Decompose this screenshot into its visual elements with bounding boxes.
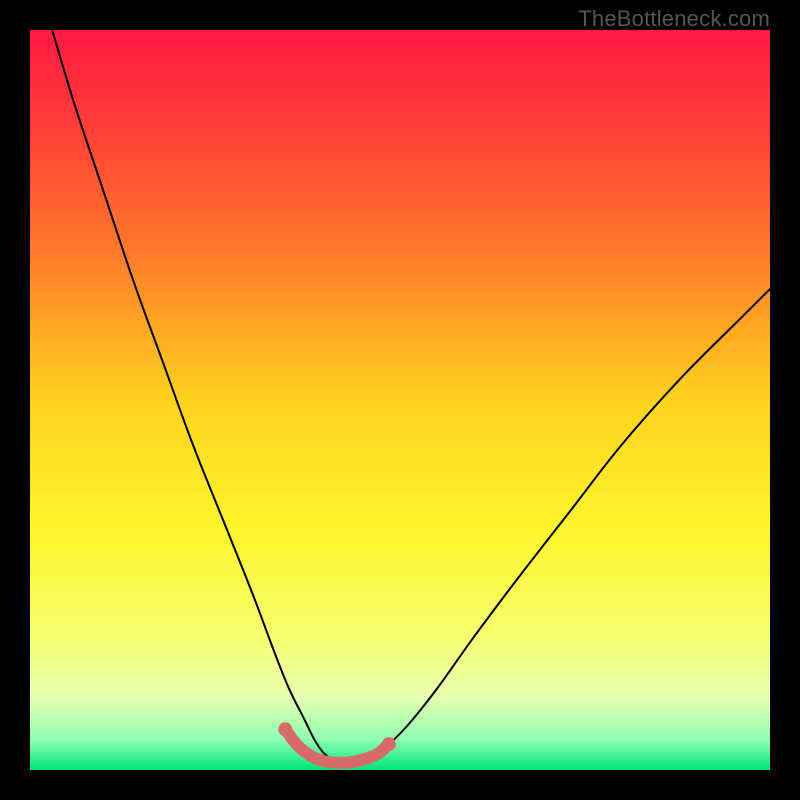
chart-container: TheBottleneck.com xyxy=(0,0,800,800)
chart-svg xyxy=(30,30,770,770)
watermark-text: TheBottleneck.com xyxy=(578,6,770,32)
highlight-endpoint xyxy=(382,737,396,751)
gradient-background xyxy=(30,30,770,770)
plot-area xyxy=(30,30,770,770)
highlight-endpoint xyxy=(278,722,292,736)
